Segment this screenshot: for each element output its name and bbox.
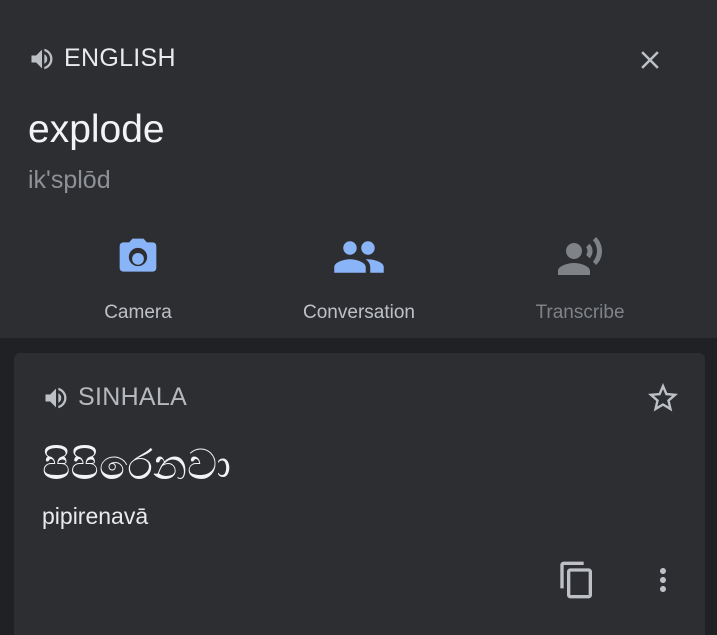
star-outline-icon <box>648 383 678 412</box>
transcribe-label: Transcribe <box>535 302 625 323</box>
camera-label: Camera <box>104 302 172 323</box>
target-language-row[interactable]: SINHALA <box>42 383 187 412</box>
more-vert-icon <box>660 568 666 592</box>
copy-button[interactable] <box>554 557 600 603</box>
source-transliteration: ik'splōd <box>28 166 111 194</box>
camera-icon <box>119 238 157 272</box>
speaker-icon[interactable] <box>42 384 70 412</box>
translation-card: SINHALA පිපිරෙනවා pipirenavā <box>14 353 705 635</box>
conversation-label: Conversation <box>303 302 415 323</box>
copy-icon <box>560 561 592 599</box>
camera-button[interactable]: Camera <box>48 232 228 324</box>
close-button[interactable] <box>630 40 670 80</box>
more-options-button[interactable] <box>642 557 684 603</box>
save-star-button[interactable] <box>642 377 684 419</box>
target-transliteration: pipirenavā <box>42 503 149 529</box>
source-language-row[interactable]: ENGLISH <box>28 44 176 73</box>
source-text: explode <box>28 108 165 151</box>
transcribe-icon <box>558 237 602 275</box>
target-language-label: SINHALA <box>78 383 188 411</box>
source-panel: ENGLISH explode ik'splōd Camera Conversa… <box>0 0 717 338</box>
translated-text: පිපිරෙනවා <box>42 441 231 488</box>
speaker-icon[interactable] <box>28 45 56 73</box>
conversation-button[interactable]: Conversation <box>269 232 449 324</box>
close-icon <box>641 51 659 69</box>
source-language-label: ENGLISH <box>64 44 176 72</box>
conversation-icon <box>334 241 384 273</box>
transcribe-button[interactable]: Transcribe <box>490 232 670 324</box>
